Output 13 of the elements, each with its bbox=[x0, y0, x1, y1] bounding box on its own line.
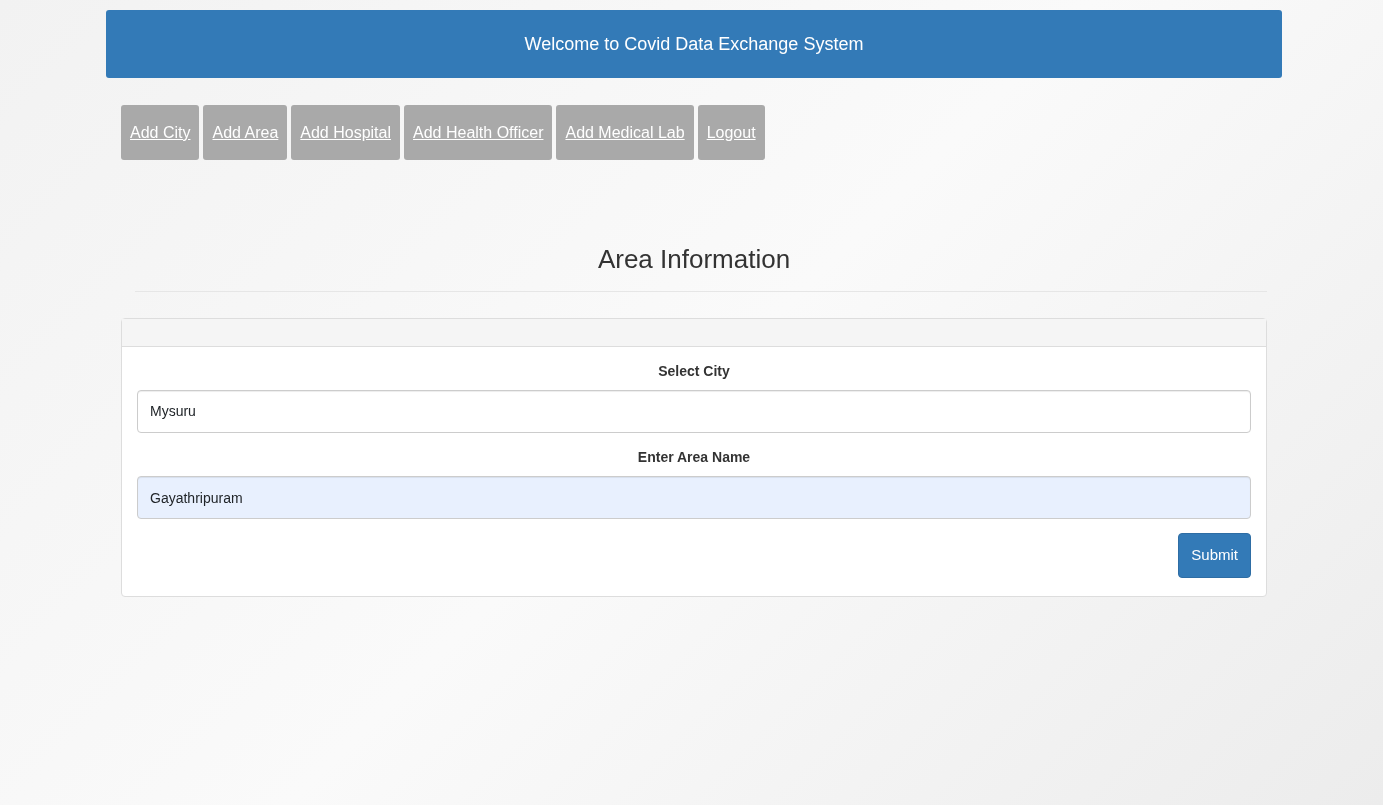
nav-link[interactable]: Add Health Officer bbox=[404, 105, 553, 160]
nav-link[interactable]: Add Hospital bbox=[291, 105, 400, 160]
nav-link[interactable]: Add Medical Lab bbox=[556, 105, 694, 160]
submit-button[interactable]: Submit bbox=[1178, 533, 1251, 578]
nav-link[interactable]: Add City bbox=[121, 105, 200, 160]
field-label: Enter Area Name bbox=[636, 448, 752, 467]
page-title: Area Information bbox=[596, 243, 792, 276]
nav-link[interactable]: Logout bbox=[697, 105, 765, 160]
input-field[interactable]: Gayathripuram bbox=[137, 476, 1251, 519]
field-label: Select City bbox=[657, 362, 731, 381]
nav-link[interactable]: Add Area bbox=[203, 105, 288, 160]
city-select[interactable]: Mysuru bbox=[137, 390, 1251, 433]
header-title: Welcome to Covid Data Exchange System bbox=[106, 10, 1282, 78]
